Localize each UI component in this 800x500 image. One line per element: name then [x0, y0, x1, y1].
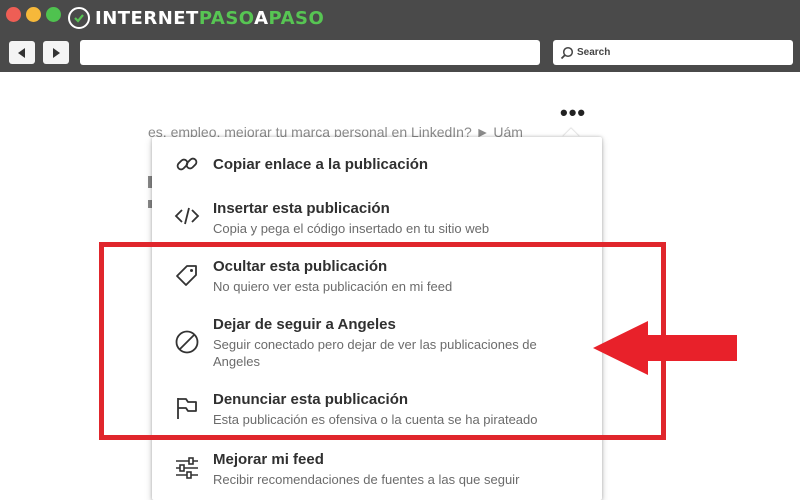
menu-item-title: Copiar enlace a la publicación	[213, 156, 429, 173]
browser-toolbar: Search	[0, 36, 800, 72]
brand-part-a: A	[254, 7, 269, 29]
menu-item-subtitle: Recibir recomendaciones de fuentes a las…	[213, 472, 520, 487]
annotation-highlight-box	[99, 242, 666, 440]
search-icon	[560, 46, 574, 59]
link-icon	[176, 157, 198, 171]
search-input[interactable]: Search	[553, 40, 793, 65]
sliders-icon	[176, 457, 198, 479]
menu-item-subtitle: Copia y pega el código insertado en tu s…	[213, 221, 490, 236]
brand-part-paso: PASO	[198, 7, 255, 29]
menu-item-title: Mejorar mi feed	[213, 451, 324, 468]
search-placeholder: Search	[577, 47, 611, 58]
maximize-window-button[interactable]	[46, 7, 61, 22]
address-bar[interactable]	[80, 40, 540, 65]
back-button[interactable]	[9, 41, 35, 64]
brand-logo: INTERNETPASOAPASO	[68, 5, 324, 31]
annotation-arrow-icon	[593, 321, 737, 375]
menu-item-improve-feed[interactable]: Mejorar mi feed Recibir recomendaciones …	[152, 446, 602, 500]
brand-part-internet: INTERNET	[95, 7, 199, 29]
menu-item-title: Insertar esta publicación	[213, 200, 390, 217]
minimize-window-button[interactable]	[26, 7, 41, 22]
back-arrow-icon	[18, 47, 25, 58]
code-icon	[174, 207, 200, 225]
forward-button[interactable]	[43, 41, 69, 64]
window-titlebar: INTERNETPASOAPASO	[0, 0, 800, 36]
forward-arrow-icon	[53, 47, 60, 58]
close-window-button[interactable]	[6, 7, 21, 22]
menu-item-copy-link[interactable]: Copiar enlace a la publicación	[152, 137, 602, 197]
more-options-button[interactable]: •••	[560, 100, 586, 126]
brand-part-paso-2: PASO	[268, 7, 325, 29]
check-logo-icon	[68, 7, 90, 29]
